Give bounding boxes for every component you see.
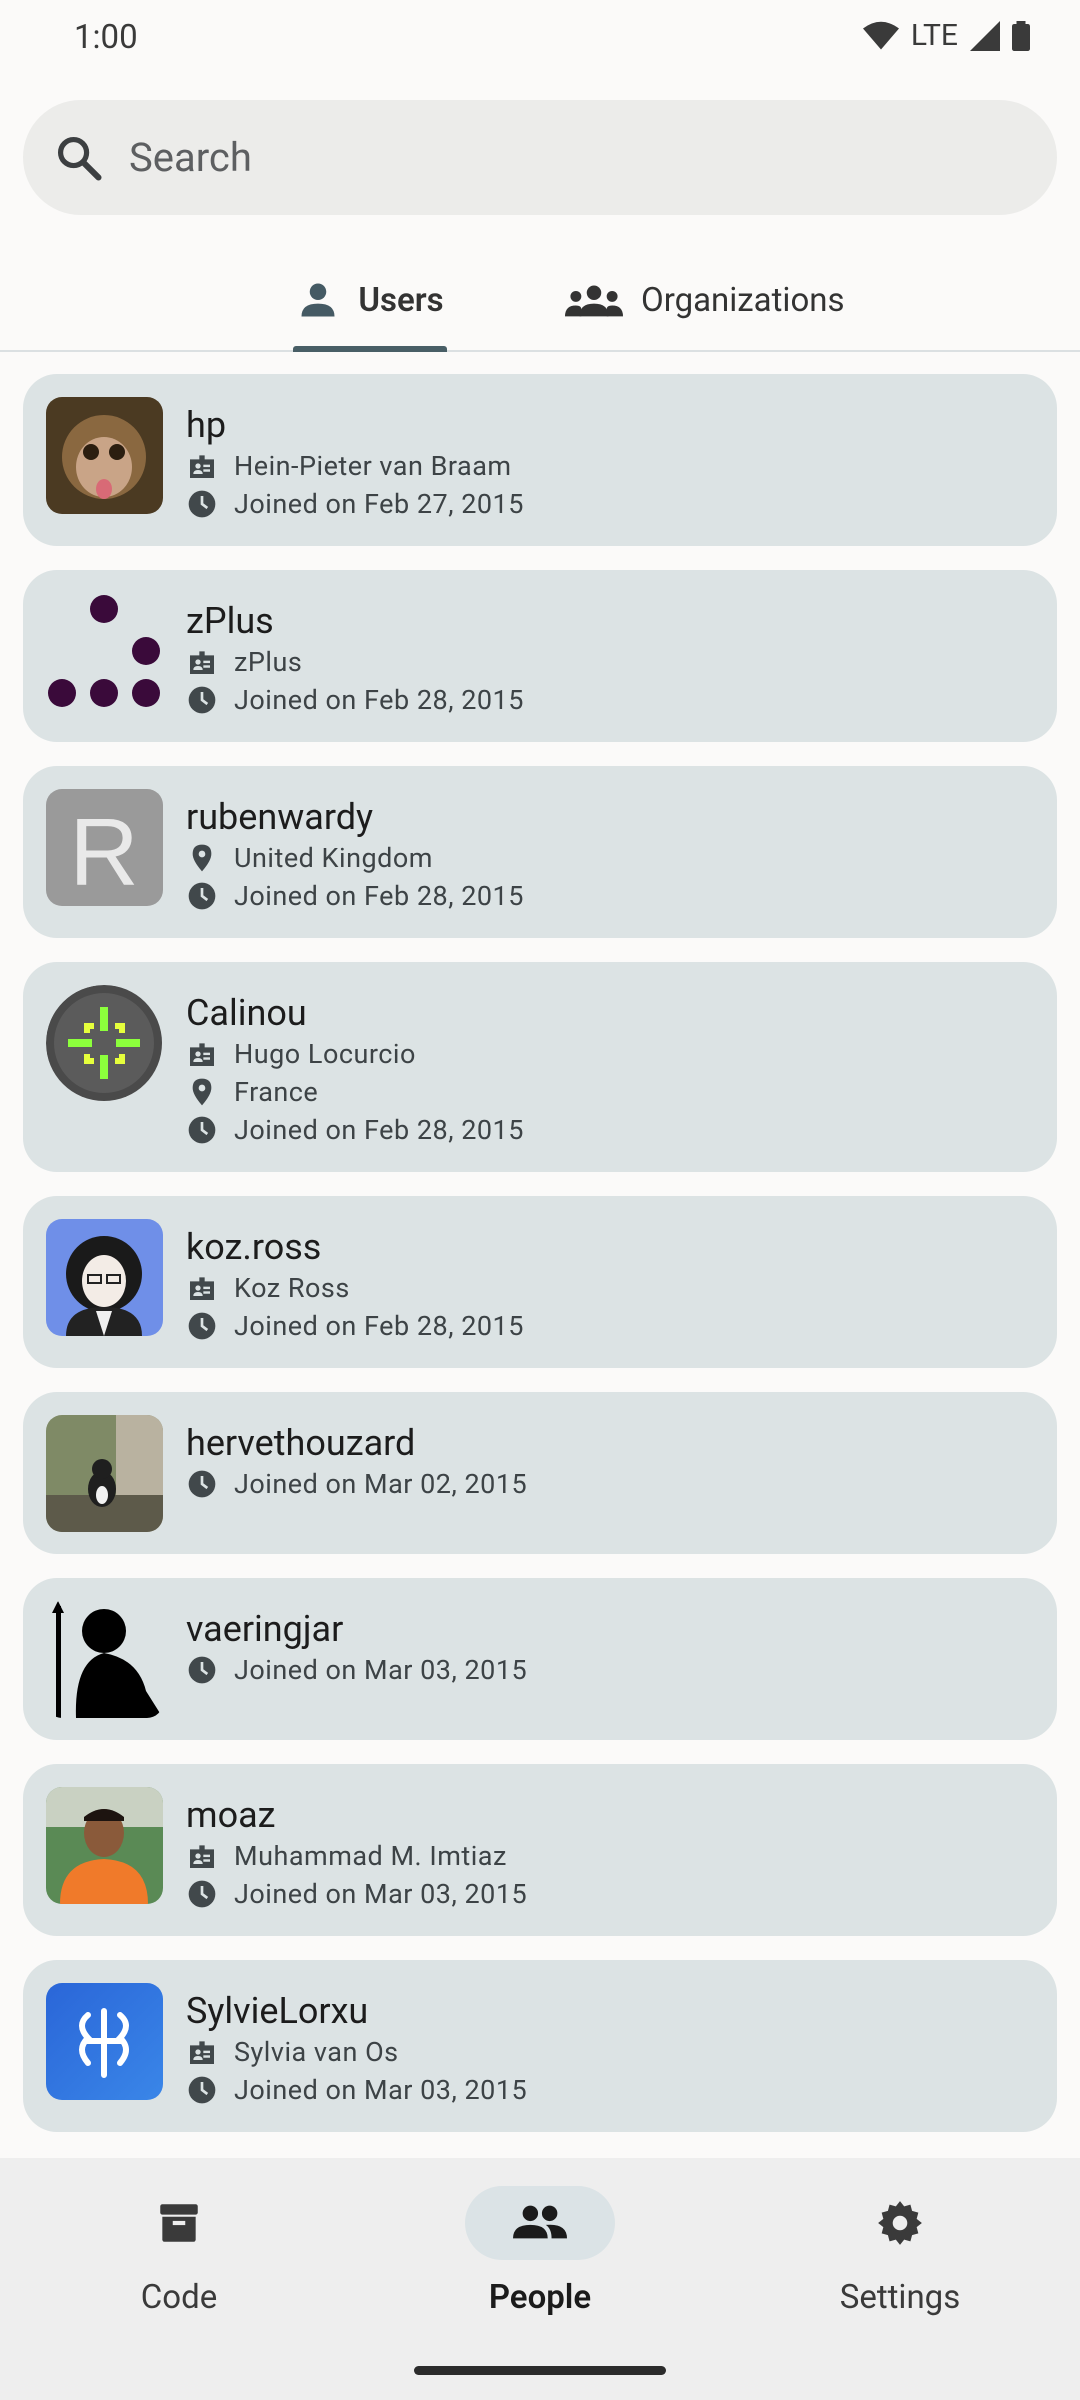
nav-code-label: Code [140, 2278, 218, 2317]
people-icon [513, 2205, 567, 2239]
nav-settings-label: Settings [839, 2278, 961, 2317]
joined-date: Joined on Feb 28, 2015 [234, 684, 524, 716]
clock-icon [188, 1312, 216, 1340]
avatar: R [46, 789, 163, 906]
gear-icon [878, 2201, 922, 2245]
full-name: Koz Ross [234, 1272, 350, 1304]
full-name-row: Muhammad M. Imtiaz [186, 1840, 507, 1872]
user-card-rubenwardy[interactable]: R rubenwardy United Kingdom Joined on Fe… [23, 766, 1057, 938]
username: SylvieLorxu [186, 1990, 369, 2032]
username: vaeringjar [186, 1608, 344, 1650]
nav-people[interactable]: People [430, 2186, 650, 2317]
avatar [46, 1415, 163, 1532]
badge-icon [190, 651, 214, 674]
joined-date: Joined on Feb 28, 2015 [234, 1310, 524, 1342]
home-indicator[interactable] [414, 2366, 666, 2375]
location: United Kingdom [234, 842, 433, 874]
full-name-row: Sylvia van Os [186, 2036, 399, 2068]
clock-icon [188, 1116, 216, 1144]
svg-text:R: R [69, 799, 138, 906]
joined-date: Joined on Feb 28, 2015 [234, 880, 524, 912]
clock-icon [188, 882, 216, 910]
user-card-sylvielorxu[interactable]: SylvieLorxu Sylvia van Os Joined on Mar … [23, 1960, 1057, 2132]
username: hp [186, 404, 227, 446]
joined-row: Joined on Mar 03, 2015 [186, 2074, 527, 2106]
username: zPlus [186, 600, 274, 642]
joined-row: Joined on Mar 03, 2015 [186, 1878, 527, 1910]
joined-date: Joined on Mar 03, 2015 [234, 1654, 528, 1686]
avatar [46, 1787, 163, 1904]
archive-icon [160, 2204, 198, 2242]
avatar [46, 1601, 163, 1718]
joined-date: Joined on Mar 03, 2015 [234, 2074, 528, 2106]
user-card-calinou[interactable]: Calinou Hugo Locurcio France Joined on F… [23, 962, 1057, 1172]
joined-row: Joined on Mar 03, 2015 [186, 1654, 527, 1686]
joined-row: Joined on Feb 28, 2015 [186, 1114, 524, 1146]
badge-icon [190, 455, 214, 478]
clock-icon [188, 686, 216, 714]
location: France [234, 1076, 319, 1108]
full-name: Muhammad M. Imtiaz [234, 1840, 507, 1872]
nav-people-label: People [488, 2278, 592, 2317]
location-pin-icon [192, 844, 212, 872]
badge-icon [190, 1043, 214, 1066]
bottom-navigation: Code People Settings [0, 2158, 1080, 2400]
username: hervethouzard [186, 1422, 416, 1464]
joined-row: Joined on Mar 02, 2015 [186, 1468, 527, 1500]
user-card-moaz[interactable]: moaz Muhammad M. Imtiaz Joined on Mar 03… [23, 1764, 1057, 1936]
avatar [46, 1983, 163, 2100]
location-row: France [186, 1076, 318, 1108]
clock-icon [188, 2076, 216, 2104]
username: koz.ross [186, 1226, 322, 1268]
username: Calinou [186, 992, 307, 1034]
nav-code-pill [104, 2186, 254, 2260]
username: moaz [186, 1794, 276, 1836]
joined-date: Joined on Mar 02, 2015 [234, 1468, 528, 1500]
user-list: hp Hein-Pieter van Braam Joined on Feb 2… [0, 0, 1080, 2150]
user-card-koz-ross[interactable]: koz.ross Koz Ross Joined on Feb 28, 2015 [23, 1196, 1057, 1368]
avatar [46, 593, 163, 710]
clock-icon [188, 1656, 216, 1684]
avatar [46, 1219, 163, 1336]
badge-icon [190, 1845, 214, 1868]
clock-icon [188, 1470, 216, 1498]
user-card-zplus[interactable]: zPlus zPlus Joined on Feb 28, 2015 [23, 570, 1057, 742]
user-card-vaeringjar[interactable]: vaeringjar Joined on Mar 03, 2015 [23, 1578, 1057, 1740]
nav-settings-pill [825, 2186, 975, 2260]
badge-icon [190, 1277, 214, 1300]
full-name: zPlus [234, 646, 303, 678]
full-name: Sylvia van Os [234, 2036, 399, 2068]
joined-date: Joined on Feb 27, 2015 [234, 488, 524, 520]
joined-row: Joined on Feb 27, 2015 [186, 488, 524, 520]
joined-row: Joined on Feb 28, 2015 [186, 880, 524, 912]
joined-date: Joined on Feb 28, 2015 [234, 1114, 524, 1146]
location-pin-icon [192, 1078, 212, 1106]
nav-code[interactable]: Code [69, 2186, 289, 2317]
user-card-hervethouzard[interactable]: hervethouzard Joined on Mar 02, 2015 [23, 1392, 1057, 1554]
joined-row: Joined on Feb 28, 2015 [186, 684, 524, 716]
clock-icon [188, 1880, 216, 1908]
badge-icon [190, 2041, 214, 2064]
full-name: Hugo Locurcio [234, 1038, 416, 1070]
nav-people-pill [465, 2186, 615, 2260]
full-name-row: Hein-Pieter van Braam [186, 450, 512, 482]
clock-icon [188, 490, 216, 518]
user-card-hp[interactable]: hp Hein-Pieter van Braam Joined on Feb 2… [23, 374, 1057, 546]
location-row: United Kingdom [186, 842, 433, 874]
avatar [46, 397, 163, 514]
joined-row: Joined on Feb 28, 2015 [186, 1310, 524, 1342]
joined-date: Joined on Mar 03, 2015 [234, 1878, 528, 1910]
username: rubenwardy [186, 796, 374, 838]
full-name-row: Koz Ross [186, 1272, 350, 1304]
full-name-row: Hugo Locurcio [186, 1038, 416, 1070]
full-name: Hein-Pieter van Braam [234, 450, 512, 482]
full-name-row: zPlus [186, 646, 302, 678]
avatar [46, 985, 163, 1102]
nav-settings[interactable]: Settings [790, 2186, 1010, 2317]
